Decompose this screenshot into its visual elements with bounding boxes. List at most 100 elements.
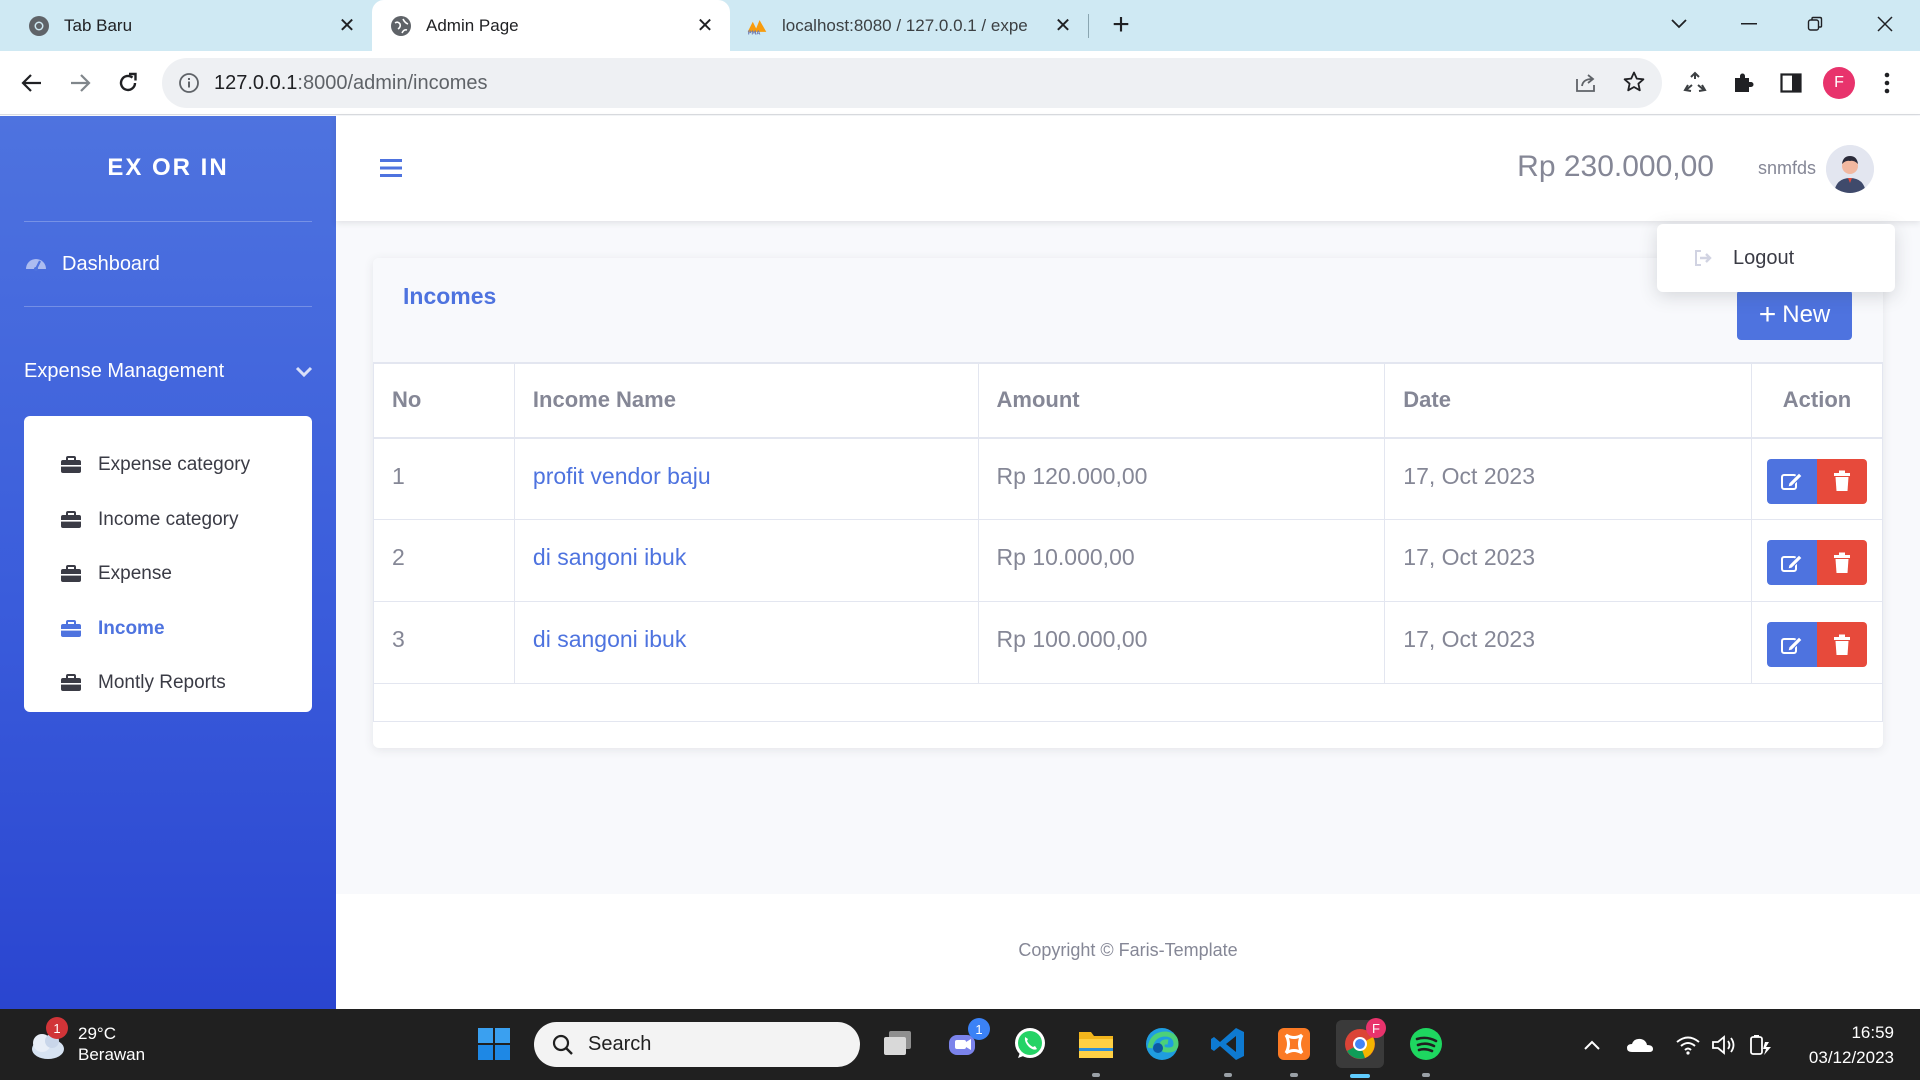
- sign-out-icon: [1695, 250, 1712, 266]
- wifi-icon[interactable]: [1672, 1029, 1704, 1061]
- url-host: 127.0.0.1: [214, 71, 298, 94]
- tab-admin-page[interactable]: Admin Page ✕: [372, 0, 730, 51]
- file-explorer-icon[interactable]: [1074, 1022, 1118, 1077]
- tab-tab-baru[interactable]: Tab Baru ✕: [0, 0, 372, 51]
- weather-temp: 29°C: [78, 1024, 116, 1043]
- browser-toolbar: 127.0.0.1:8000/admin/incomes F: [0, 51, 1920, 115]
- cell-income-name[interactable]: di sangoni ibuk: [513, 519, 979, 602]
- xampp-icon[interactable]: [1272, 1022, 1316, 1077]
- vscode-icon[interactable]: [1206, 1022, 1250, 1077]
- sidebar-toggle-icon[interactable]: [378, 156, 404, 180]
- volume-icon[interactable]: [1708, 1029, 1740, 1061]
- sidebar-group-label: Expense Management: [24, 360, 225, 382]
- card-title: Incomes: [403, 283, 497, 309]
- column-header-no[interactable]: No: [373, 363, 515, 439]
- running-indicator: [1092, 1073, 1100, 1077]
- edit-button[interactable]: [1767, 540, 1817, 585]
- new-tab-button[interactable]: +: [1104, 8, 1138, 42]
- column-header-date[interactable]: Date: [1384, 363, 1752, 439]
- tab-phpmyadmin[interactable]: PMA localhost:8080 / 127.0.0.1 / expe ✕: [730, 0, 1088, 51]
- sidebar-item-label: Expense category: [98, 454, 251, 476]
- side-panel-icon[interactable]: [1771, 63, 1811, 103]
- taskbar-search[interactable]: Search: [534, 1022, 860, 1067]
- delete-button[interactable]: [1817, 540, 1867, 585]
- cell-income-name[interactable]: di sangoni ibuk: [513, 601, 979, 684]
- sidebar-item-dashboard[interactable]: Dashboard: [24, 252, 160, 276]
- new-income-button[interactable]: + New: [1737, 290, 1852, 340]
- share-icon[interactable]: [1568, 64, 1604, 100]
- sidebar-item-income[interactable]: Income: [24, 602, 312, 657]
- sidebar-divider: [24, 221, 312, 222]
- reload-icon[interactable]: [108, 63, 148, 103]
- column-header-amount[interactable]: Amount: [977, 363, 1386, 439]
- cell-income-name[interactable]: profit vendor baju: [513, 437, 979, 520]
- briefcase-icon: [61, 619, 81, 637]
- task-view-icon[interactable]: [876, 1022, 920, 1066]
- sidebar-item-expense[interactable]: Expense: [24, 547, 312, 602]
- sidebar-item-label: Income: [98, 617, 165, 639]
- cell-actions: [1751, 601, 1883, 684]
- spotify-icon[interactable]: [1404, 1022, 1448, 1077]
- forward-icon[interactable]: [60, 63, 100, 103]
- edit-button[interactable]: [1767, 458, 1817, 504]
- search-icon: [552, 1034, 573, 1055]
- recycle-extension-icon[interactable]: [1675, 63, 1715, 103]
- tab-search-icon[interactable]: [1654, 4, 1704, 44]
- brand-title[interactable]: EX OR IN: [0, 154, 336, 182]
- battery-charging-icon[interactable]: [1744, 1029, 1776, 1061]
- sidebar-divider: [24, 306, 312, 307]
- column-header-income-name[interactable]: Income Name: [513, 363, 979, 439]
- extensions-puzzle-icon[interactable]: [1723, 63, 1763, 103]
- running-indicator: [1224, 1073, 1232, 1077]
- user-avatar[interactable]: [1826, 145, 1874, 193]
- bookmark-star-icon[interactable]: [1616, 64, 1652, 100]
- table-header-row: No Income Name Amount Date Action: [373, 363, 1883, 439]
- profile-avatar-button[interactable]: F: [1819, 63, 1859, 103]
- browser-tab-strip: Tab Baru ✕ Admin Page ✕ PMA localhost:80…: [0, 0, 1920, 51]
- sidebar-item-montly-reports[interactable]: Montly Reports: [24, 656, 312, 711]
- sidebar-item-expense-category[interactable]: Expense category: [24, 438, 312, 493]
- active-indicator: [1350, 1074, 1370, 1078]
- close-tab-icon[interactable]: ✕: [1048, 11, 1078, 41]
- delete-button[interactable]: [1817, 458, 1867, 504]
- address-bar[interactable]: 127.0.0.1:8000/admin/incomes: [162, 58, 1662, 108]
- minimize-icon[interactable]: [1724, 4, 1774, 44]
- logout-menu-item[interactable]: Logout: [1733, 247, 1794, 270]
- delete-button[interactable]: [1817, 622, 1867, 667]
- tray-chevron-up-icon[interactable]: [1576, 1029, 1608, 1061]
- globe-icon: [390, 15, 412, 37]
- sidebar-group-expense-management[interactable]: Expense Management: [24, 360, 314, 383]
- close-tab-icon[interactable]: ✕: [332, 11, 362, 41]
- user-name[interactable]: snmfds: [1758, 158, 1816, 179]
- edge-browser-icon[interactable]: [1140, 1022, 1184, 1066]
- new-button-label: New: [1782, 301, 1831, 328]
- cell-amount: Rp 120.000,00: [977, 437, 1386, 520]
- briefcase-icon: [61, 674, 81, 692]
- cell-date: 17, Oct 2023: [1384, 437, 1752, 520]
- chrome-taskbar-icon[interactable]: F: [1336, 1018, 1386, 1078]
- restore-icon[interactable]: [1790, 4, 1840, 44]
- chrome-menu-icon[interactable]: [1867, 63, 1907, 103]
- url-text: 127.0.0.1:8000/admin/incomes: [214, 72, 488, 95]
- clock-date: 03/12/2023: [1808, 1047, 1894, 1067]
- edit-icon: [1781, 553, 1803, 572]
- back-icon[interactable]: [12, 63, 52, 103]
- onedrive-cloud-icon[interactable]: [1624, 1029, 1656, 1061]
- cell-amount: Rp 100.000,00: [977, 601, 1386, 684]
- site-info-icon[interactable]: [178, 72, 200, 94]
- cell-no: 2: [373, 519, 515, 602]
- teams-chat-icon[interactable]: 1: [942, 1018, 990, 1066]
- sidebar: EX OR IN Dashboard Expense Management Ex…: [0, 116, 336, 1009]
- whatsapp-icon[interactable]: [1008, 1022, 1052, 1066]
- copyright-text: Copyright © Faris-Template: [1018, 940, 1238, 960]
- sidebar-item-income-category[interactable]: Income category: [24, 493, 312, 548]
- taskbar-clock[interactable]: 16:59 03/12/2023: [1809, 1021, 1894, 1070]
- weather-badge: 1: [46, 1017, 68, 1039]
- profile-initial: F: [1823, 67, 1855, 99]
- edit-button[interactable]: [1767, 622, 1817, 667]
- cell-date: 17, Oct 2023: [1384, 601, 1752, 684]
- close-tab-icon[interactable]: ✕: [690, 11, 720, 41]
- close-window-icon[interactable]: [1860, 4, 1910, 44]
- weather-widget[interactable]: 1 29°C Berawan: [26, 1017, 145, 1066]
- windows-start-icon[interactable]: [472, 1022, 516, 1066]
